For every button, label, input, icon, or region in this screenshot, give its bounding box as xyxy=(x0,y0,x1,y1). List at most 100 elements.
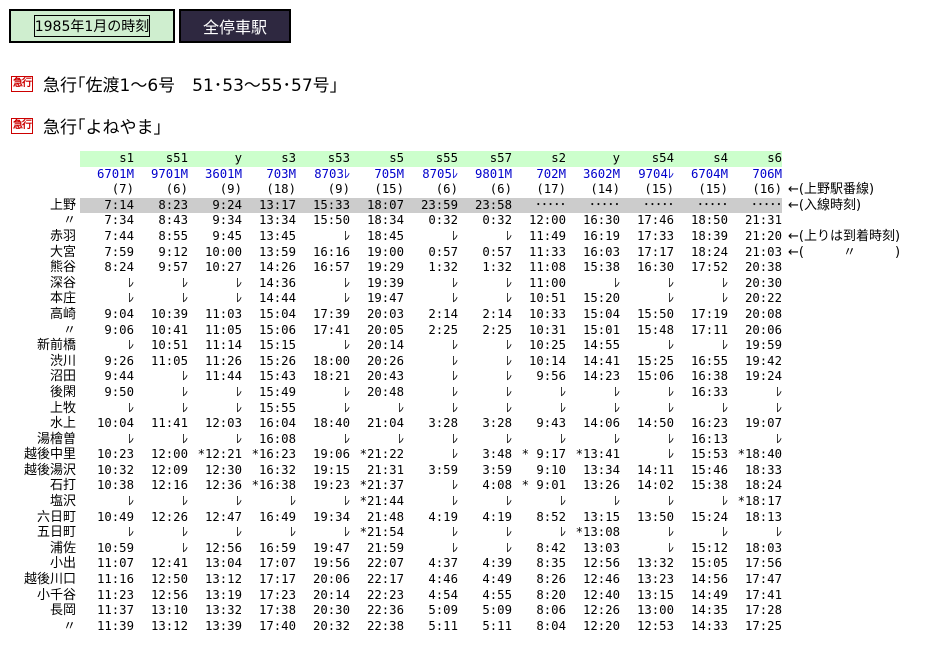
row-note xyxy=(782,385,900,401)
station-name: 五日町 xyxy=(36,525,76,541)
station-row: 上野 7:14 8:23 9:24 13:17 15:33 18:07 23:59 23:58 ･… xyxy=(10,197,900,214)
time-cell: 15:05 xyxy=(690,556,728,571)
time-cell: ﾚ xyxy=(721,275,728,290)
time-cell: *13:41 xyxy=(575,447,620,462)
time-cell: ﾚ xyxy=(235,494,242,509)
time-cell: 16:32 xyxy=(258,462,296,477)
time-cell: ﾚ xyxy=(505,494,512,509)
time-cell: 9:12 xyxy=(158,244,188,259)
time-cell: 22:17 xyxy=(366,572,404,587)
station-row: 越後中里 10:23 12:00 *12:21 *16:23 19:06 *21:22 ﾚ 3:… xyxy=(10,447,900,463)
station-row: 小千谷 11:23 12:56 13:19 17:23 20:14 22:23 4:54 4:5… xyxy=(10,588,900,604)
row-note xyxy=(782,447,900,463)
time-cell: 7:14 xyxy=(80,197,134,214)
time-cell: ﾚ xyxy=(505,525,512,540)
time-cell: 17:52 xyxy=(690,260,728,275)
row-note xyxy=(782,494,900,510)
time-cell: 10:59 xyxy=(96,540,134,555)
date-tab[interactable]: 1985年1月の時刻 xyxy=(9,9,175,43)
time-cell: 17:17 xyxy=(636,244,674,259)
row-note xyxy=(782,619,900,635)
time-cell: ﾚ xyxy=(559,431,566,446)
time-cell: 13:00 xyxy=(636,603,674,618)
link-sado-label[interactable]: 急行｢佐渡1～6号 51･53～55･57号｣ xyxy=(43,71,338,96)
time-cell: 20:03 xyxy=(366,306,404,321)
time-cell: 15:06 xyxy=(636,369,674,384)
train-number: 8705ﾚ xyxy=(422,166,458,181)
time-cell: ﾚ xyxy=(667,447,674,462)
station-row: 本庄 ﾚ ﾚ ﾚ 14:44 ﾚ 19:47 ﾚ ﾚ 10:51 15:20 ﾚ ﾚ 20:22 xyxy=(10,291,900,307)
time-cell: ﾚ xyxy=(505,338,512,353)
time-cell: 14:44 xyxy=(258,291,296,306)
time-cell: ﾚ xyxy=(559,494,566,509)
station-row: 六日町 10:49 12:26 12:47 16:49 19:34 21:48 4:19 4:1… xyxy=(10,510,900,526)
time-cell: 21:31 xyxy=(366,462,404,477)
time-cell: ﾚ xyxy=(721,525,728,540)
time-cell: ﾚ xyxy=(451,494,458,509)
link-yoneyama[interactable]: 急行 急行｢よねやま｣ xyxy=(11,113,162,138)
station-row: 小出 11:07 12:41 13:04 17:07 19:56 22:07 4:37 4:39… xyxy=(10,556,900,572)
time-cell: 19:39 xyxy=(366,275,404,290)
time-cell: 15:53 xyxy=(690,447,728,462)
time-cell: 9:44 xyxy=(104,369,134,384)
time-cell: 5:09 xyxy=(482,603,512,618)
ueno-track: (9) xyxy=(327,182,350,197)
time-cell: 19:34 xyxy=(312,509,350,524)
train-type: s4 xyxy=(674,151,728,167)
train-number: 9701M xyxy=(150,166,188,181)
time-cell: 10:04 xyxy=(96,416,134,431)
time-cell: 16:30 xyxy=(636,260,674,275)
time-cell: *16:38 xyxy=(251,478,296,493)
time-cell: 2:14 xyxy=(428,306,458,321)
time-cell: 20:43 xyxy=(366,369,404,384)
all-stations-tab[interactable]: 全停車駅 xyxy=(179,9,291,43)
time-cell: * 9:17 xyxy=(521,447,566,462)
time-cell: 17:19 xyxy=(690,306,728,321)
time-cell: ﾚ xyxy=(451,540,458,555)
time-cell: 10:49 xyxy=(96,509,134,524)
station-name: 石打 xyxy=(49,478,76,494)
time-cell: 19:56 xyxy=(312,556,350,571)
station-row: 高崎 9:04 10:39 11:03 15:04 17:39 20:03 2:14 2:14 1… xyxy=(10,307,900,323)
time-cell: 12:46 xyxy=(582,572,620,587)
time-cell: 17:39 xyxy=(312,306,350,321)
time-cell: 10:27 xyxy=(204,260,242,275)
time-cell: 15:20 xyxy=(582,291,620,306)
time-cell: 8:52 xyxy=(536,509,566,524)
time-cell: ﾚ xyxy=(343,431,350,446)
time-cell: 12:20 xyxy=(582,618,620,633)
train-number: 6704M xyxy=(690,166,728,181)
time-cell: 21:04 xyxy=(366,416,404,431)
ueno-track: (15) xyxy=(698,182,728,197)
time-cell: 20:30 xyxy=(744,275,782,290)
train-type: y xyxy=(566,151,620,167)
train-number: 703M xyxy=(266,166,296,181)
time-cell: ﾚ xyxy=(127,525,134,540)
time-cell: 21:59 xyxy=(366,540,404,555)
time-cell: 18:50 xyxy=(690,213,728,228)
time-cell: 12:26 xyxy=(150,509,188,524)
station-name: 六日町 xyxy=(36,509,76,525)
time-cell: 19:00 xyxy=(366,244,404,259)
station-row: 上牧 ﾚ ﾚ ﾚ 15:55 ﾚ ﾚ ﾚ ﾚ ﾚ ﾚ ﾚ ﾚ ﾚ xyxy=(10,401,900,417)
station-name: 赤羽 xyxy=(49,228,76,244)
time-cell: 12:26 xyxy=(582,603,620,618)
time-cell: ﾚ xyxy=(127,431,134,446)
time-cell: 15:43 xyxy=(258,369,296,384)
time-cell: 10:14 xyxy=(528,353,566,368)
row-note xyxy=(782,276,900,292)
time-cell: 21:03 xyxy=(744,244,782,259)
time-cell: ﾚ xyxy=(181,275,188,290)
train-type: y xyxy=(188,151,242,167)
blank-cell xyxy=(10,167,80,183)
time-cell: 15:04 xyxy=(582,306,620,321)
time-cell: 5:11 xyxy=(428,618,458,633)
time-cell: ﾚ xyxy=(613,494,620,509)
link-sado[interactable]: 急行 急行｢佐渡1～6号 51･53～55･57号｣ xyxy=(11,71,338,96)
link-yoneyama-label[interactable]: 急行｢よねやま｣ xyxy=(43,113,162,138)
time-cell: 15:49 xyxy=(258,384,296,399)
time-cell: ﾚ xyxy=(181,384,188,399)
row-note xyxy=(782,478,900,494)
time-cell: 12:16 xyxy=(150,478,188,493)
time-cell: 0:32 xyxy=(482,213,512,228)
